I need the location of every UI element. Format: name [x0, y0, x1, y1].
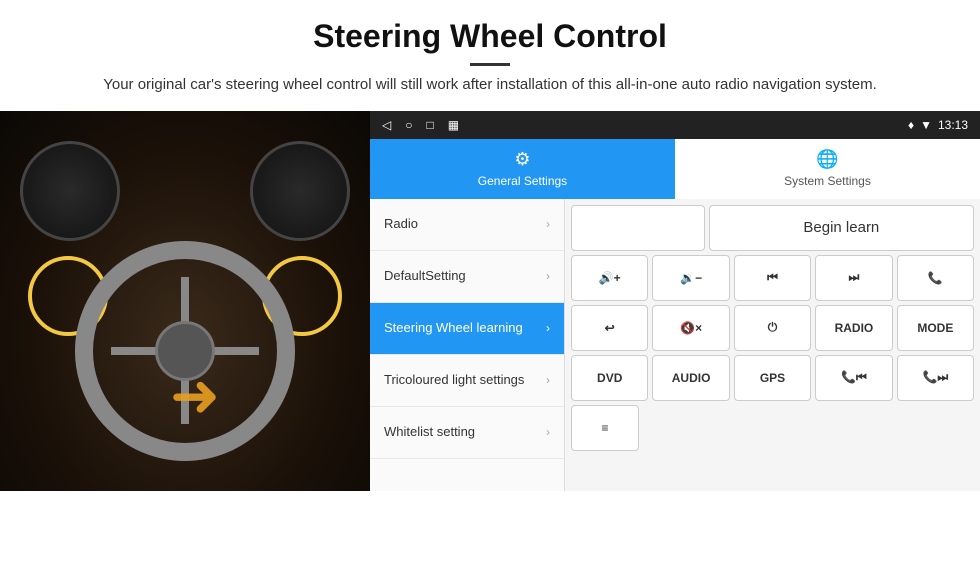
prev-track-button[interactable]: ⏮: [734, 255, 811, 301]
dvd-label: DVD: [597, 371, 622, 385]
hangup-button[interactable]: ↩: [571, 305, 648, 351]
begin-learn-button[interactable]: Begin learn: [709, 205, 974, 251]
title-divider: [470, 63, 510, 66]
menu-label-default: DefaultSetting: [384, 268, 466, 285]
system-settings-icon: 🌐: [816, 149, 838, 170]
page-subtitle: Your original car's steering wheel contr…: [40, 74, 940, 97]
prev-track-icon: ⏮: [767, 270, 778, 285]
menu-label-whitelist: Whitelist setting: [384, 424, 475, 441]
tab-system[interactable]: 🌐 System Settings: [675, 139, 980, 199]
nav-home[interactable]: ○: [405, 118, 412, 132]
nav-recent[interactable]: □: [426, 118, 433, 132]
menu-label-tricoloured: Tricoloured light settings: [384, 372, 524, 389]
status-icons: ♦ ▼ 13:13: [908, 118, 968, 132]
signal-icon: ♦: [908, 118, 914, 132]
next-track-button[interactable]: ⏭: [815, 255, 892, 301]
nav-back[interactable]: ◁: [382, 118, 391, 132]
audio-button[interactable]: AUDIO: [652, 355, 729, 401]
chevron-default-icon: ›: [546, 269, 550, 283]
tab-general-label: General Settings: [478, 174, 567, 188]
tel-next-button[interactable]: 📞⏭: [897, 355, 974, 401]
gauge-left: [20, 141, 120, 241]
dvd-button[interactable]: DVD: [571, 355, 648, 401]
tel-prev-icon: 📞⏮: [841, 370, 867, 385]
main-panel: Radio › DefaultSetting › Steering Wheel …: [370, 199, 980, 491]
btn-row-3: DVD AUDIO GPS 📞⏮ 📞⏭: [571, 355, 974, 401]
tab-general[interactable]: ⚙ General Settings: [370, 139, 675, 199]
nav-buttons: ◁ ○ □ ▦: [382, 118, 459, 132]
vol-up-button[interactable]: 🔊+: [571, 255, 648, 301]
chevron-steering-icon: ›: [546, 321, 550, 335]
menu-item-default[interactable]: DefaultSetting ›: [370, 251, 564, 303]
hangup-icon: ↩: [605, 321, 615, 335]
sidebar-menu: Radio › DefaultSetting › Steering Wheel …: [370, 199, 565, 491]
list-icon: ≡: [601, 421, 608, 435]
list-button[interactable]: ≡: [571, 405, 639, 451]
menu-item-steering[interactable]: Steering Wheel learning ›: [370, 303, 564, 355]
radio-label: RADIO: [835, 321, 874, 335]
radio-button[interactable]: RADIO: [815, 305, 892, 351]
content-area: ➜ ◁ ○ □ ▦ ♦ ▼ 13:13 ⚙ General Settings: [0, 111, 980, 491]
controls-panel: Begin learn 🔊+ 🔉− ⏮ ⏭: [565, 199, 980, 491]
tel-prev-button[interactable]: 📞⏮: [815, 355, 892, 401]
power-icon: ⏻: [768, 320, 778, 335]
wifi-icon: ▼: [920, 118, 932, 132]
general-settings-icon: ⚙: [514, 149, 530, 170]
mode-button[interactable]: MODE: [897, 305, 974, 351]
time-display: 13:13: [938, 118, 968, 132]
begin-learn-label: Begin learn: [803, 219, 879, 236]
android-ui: ◁ ○ □ ▦ ♦ ▼ 13:13 ⚙ General Settings 🌐 S…: [370, 111, 980, 491]
mute-icon: 🔇×: [680, 321, 702, 335]
mode-label: MODE: [917, 321, 953, 335]
btn-row-4: ≡: [571, 405, 974, 451]
menu-item-tricoloured[interactable]: Tricoloured light settings ›: [370, 355, 564, 407]
menu-item-whitelist[interactable]: Whitelist setting ›: [370, 407, 564, 459]
menu-label-radio: Radio: [384, 216, 418, 233]
vol-down-icon: 🔉−: [680, 271, 702, 285]
tab-system-label: System Settings: [784, 174, 871, 188]
btn-row-2: ↩ 🔇× ⏻ RADIO MODE: [571, 305, 974, 351]
gps-button[interactable]: GPS: [734, 355, 811, 401]
arrow-icon: ➜: [170, 361, 220, 431]
mute-button[interactable]: 🔇×: [652, 305, 729, 351]
nav-screenshot[interactable]: ▦: [448, 118, 459, 132]
phone-icon: 📞: [928, 271, 943, 285]
tel-next-icon: 📞⏭: [922, 370, 948, 385]
car-image: ➜: [0, 111, 370, 491]
phone-button[interactable]: 📞: [897, 255, 974, 301]
vol-down-button[interactable]: 🔉−: [652, 255, 729, 301]
btn-row-0: Begin learn: [571, 205, 974, 251]
gauge-right: [250, 141, 350, 241]
btn-row-1: 🔊+ 🔉− ⏮ ⏭ 📞: [571, 255, 974, 301]
status-bar: ◁ ○ □ ▦ ♦ ▼ 13:13: [370, 111, 980, 139]
chevron-radio-icon: ›: [546, 217, 550, 231]
settings-tabs: ⚙ General Settings 🌐 System Settings: [370, 139, 980, 199]
next-track-icon: ⏭: [849, 270, 860, 285]
page-title: Steering Wheel Control: [40, 18, 940, 55]
audio-label: AUDIO: [672, 371, 711, 385]
chevron-whitelist-icon: ›: [546, 425, 550, 439]
power-button[interactable]: ⏻: [734, 305, 811, 351]
menu-label-steering: Steering Wheel learning: [384, 320, 523, 337]
gps-label: GPS: [760, 371, 785, 385]
vol-up-icon: 🔊+: [599, 271, 621, 285]
page-header: Steering Wheel Control Your original car…: [0, 0, 980, 107]
chevron-tricoloured-icon: ›: [546, 373, 550, 387]
empty-placeholder: [571, 205, 705, 251]
menu-item-radio[interactable]: Radio ›: [370, 199, 564, 251]
